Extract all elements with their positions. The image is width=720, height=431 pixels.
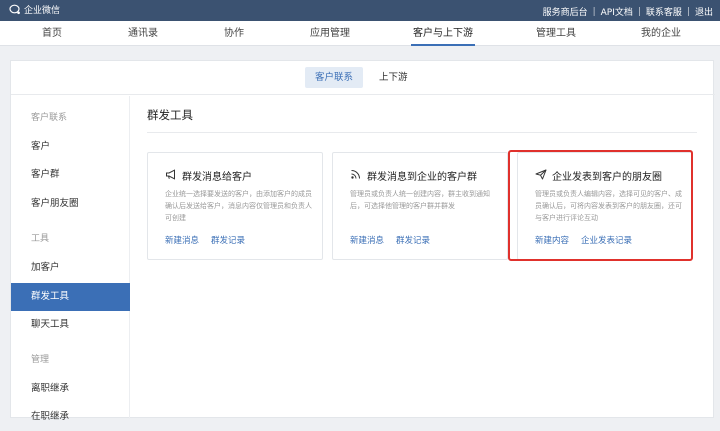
sidebar-item-resigned-inheritance[interactable]: 离职继承 <box>11 375 130 403</box>
page-title: 群发工具 <box>147 108 193 122</box>
nav-my-company[interactable]: 我的企业 <box>641 21 681 46</box>
sidebar-item-chat-tools[interactable]: 聊天工具 <box>11 311 130 339</box>
card-description: 企业统一选择要发送的客户，由添加客户的成员确认后发送给客户，消息内容仅管理员和负… <box>165 190 312 222</box>
link-logout[interactable]: 退出 <box>695 5 713 18</box>
tab-customer-contact[interactable]: 客户联系 <box>305 67 364 88</box>
new-message-link[interactable]: 新建消息 <box>350 234 384 246</box>
card-description: 管理员或负责人统一创建内容，群主收到通知后，可选择他管理的客户群并群发 <box>350 190 490 210</box>
link-service-provider[interactable]: 服务商后台 <box>543 5 588 18</box>
megaphone-icon <box>165 168 177 183</box>
send-history-link[interactable]: 群发记录 <box>396 234 430 246</box>
main-nav: 首页 通讯录 协作 应用管理 客户与上下游 管理工具 我的企业 <box>0 21 720 46</box>
link-separator: | <box>637 6 641 17</box>
nav-app-management[interactable]: 应用管理 <box>310 21 350 46</box>
card-mass-send-customers: 群发消息给客户 企业统一选择要发送的客户，由添加客户的成员确认后发送给客户，消息… <box>147 152 323 260</box>
sub-tabs: 客户联系 上下游 <box>11 61 715 95</box>
sidebar-item-onjob-inheritance[interactable]: 在职继承 <box>11 403 130 431</box>
card-title: 群发消息给客户 <box>182 172 252 183</box>
top-bar: 企业微信 服务商后台 | API文档 | 联系客服 | 退出 <box>0 0 720 21</box>
tab-upstream-downstream[interactable]: 上下游 <box>369 67 418 88</box>
wework-logo-icon <box>9 4 21 15</box>
sidebar-item-customer-groups[interactable]: 客户群 <box>11 161 130 189</box>
sidebar: 客户联系 客户 客户群 客户朋友圈 工具 加客户 群发工具 聊天工具 管理 离职… <box>11 96 130 422</box>
nav-customers-partners[interactable]: 客户与上下游 <box>411 21 475 46</box>
card-mass-send-groups: 群发消息到企业的客户群 管理员或负责人统一创建内容，群主收到通知后，可选择他管理… <box>332 152 508 260</box>
link-api-docs[interactable]: API文档 <box>601 5 633 18</box>
sidebar-item-add-customer[interactable]: 加客户 <box>11 254 130 282</box>
card-links: 新建消息 群发记录 <box>165 234 245 246</box>
link-separator: | <box>592 6 596 17</box>
link-separator: | <box>686 6 690 17</box>
card-title: 群发消息到企业的客户群 <box>367 172 477 183</box>
broadcast-icon <box>350 169 362 183</box>
app-logo[interactable]: 企业微信 <box>9 3 60 16</box>
sidebar-header-tools: 工具 <box>31 234 50 244</box>
sidebar-header-management: 管理 <box>31 355 50 365</box>
sidebar-item-customers[interactable]: 客户 <box>11 133 130 161</box>
nav-contacts[interactable]: 通讯录 <box>128 21 158 46</box>
nav-home[interactable]: 首页 <box>42 21 62 46</box>
card-links: 新建消息 群发记录 <box>350 234 430 246</box>
send-history-link[interactable]: 群发记录 <box>211 234 245 246</box>
link-contact-support[interactable]: 联系客服 <box>646 5 682 18</box>
nav-management-tools[interactable]: 管理工具 <box>536 21 576 46</box>
highlight-box <box>508 150 693 261</box>
card-header: 群发消息到企业的客户群 <box>350 168 477 183</box>
card-header: 群发消息给客户 <box>165 168 252 183</box>
new-message-link[interactable]: 新建消息 <box>165 234 199 246</box>
app-title: 企业微信 <box>24 6 61 16</box>
nav-collaboration[interactable]: 协作 <box>224 21 244 46</box>
sidebar-item-mass-send-tools[interactable]: 群发工具 <box>11 283 130 311</box>
top-links: 服务商后台 | API文档 | 联系客服 | 退出 <box>543 5 713 19</box>
sidebar-item-moments[interactable]: 客户朋友圈 <box>11 190 130 218</box>
sidebar-header-customer-contact: 客户联系 <box>31 113 68 123</box>
title-divider <box>147 132 697 133</box>
